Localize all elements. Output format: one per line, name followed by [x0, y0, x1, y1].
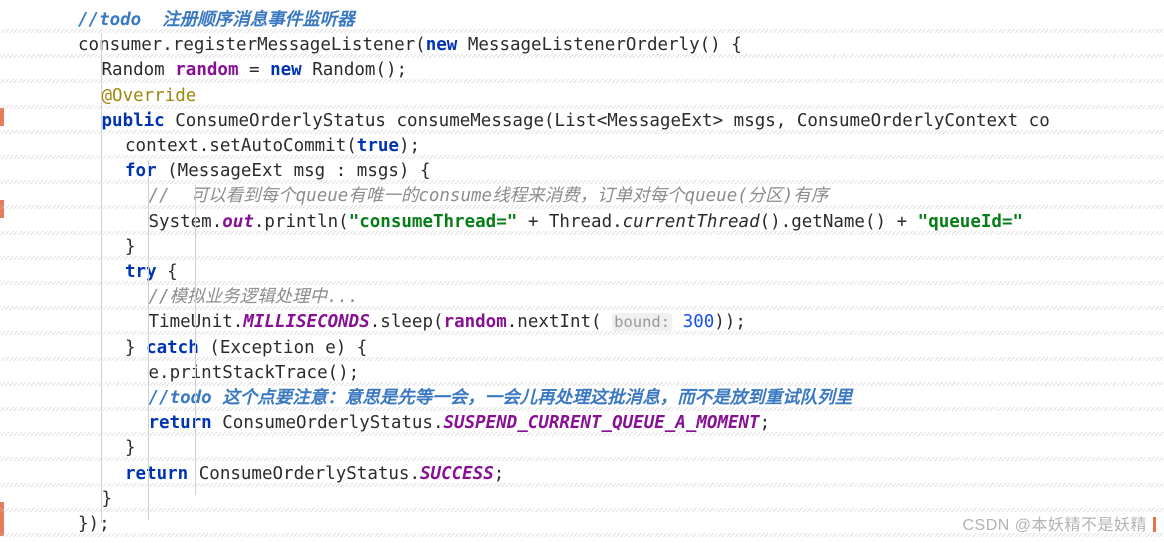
line-set-auto-commit-token-0: context.setAutoCommit( [125, 136, 357, 156]
line-return-success-token-1: ConsumeOrderlyStatus. [188, 463, 421, 484]
spellcheck-squiggle [0, 129, 1164, 134]
line-println-token-7: "queueId=" [917, 211, 1024, 232]
line-todo-comment-token-0: //todo [78, 10, 142, 30]
line-random-decl-token-0: Random [101, 60, 176, 81]
line-todo-note-token-1: 这个点要注意：意思是先等一会，一会儿再处理这批消息，而不是放到重试队列里 [211, 388, 853, 408]
line-return-suspend-token-2: SUSPEND_CURRENT_QUEUE_A_MOMENT [443, 413, 760, 434]
line-return-suspend-token-1: ConsumeOrderlyStatus. [211, 413, 444, 434]
line-todo-comment-token-1: 注册顺序消息事件监听器 [141, 10, 355, 30]
line-println-token-6: ().getName() + [759, 211, 918, 232]
line-sleep-token-3: random [443, 312, 507, 333]
spellcheck-squiggle [0, 482, 1164, 487]
line-set-auto-commit-token-2: ); [398, 136, 421, 156]
line-for-loop-token-1: (MessageExt msg : msgs) { [156, 161, 431, 182]
spellcheck-squiggle [0, 356, 1164, 361]
indent-guide-1 [148, 160, 149, 520]
line-close-method-token-0: } [101, 488, 113, 509]
spellcheck-squiggle [0, 457, 1164, 462]
line-println-token-5: currentThread [622, 211, 760, 232]
line-catch-token-2: (Exception e) { [198, 337, 368, 358]
line-println-token-4: + Thread. [517, 211, 623, 232]
line-override-token-0: @Override [101, 85, 197, 106]
line-close-call-token-0: }); [78, 514, 110, 534]
line-random-decl-token-4: Random(); [301, 60, 408, 81]
line-sleep-token-1: MILLISECONDS [243, 312, 370, 333]
spellcheck-squiggle [0, 331, 1164, 336]
line-random-decl-token-1: random [175, 60, 239, 81]
line-consume-message-signature-token-1: ConsumeOrderlyStatus consumeMessage(List… [164, 110, 1050, 131]
line-for-loop-token-0: for [125, 161, 157, 182]
line-try-token-1: { [156, 262, 178, 282]
spellcheck-squiggle [0, 255, 1164, 260]
line-business-comment-token-0: //模拟业务逻辑处理中... [148, 287, 359, 308]
spellcheck-squiggle [0, 230, 1164, 235]
line-println-token-1: out [222, 211, 254, 232]
line-println-token-3: "consumeThread=" [348, 211, 518, 232]
line-consume-message-signature-token-0: public [101, 110, 165, 131]
line-sleep-token-7: 300 [682, 312, 715, 333]
code-editor[interactable]: //todo 注册顺序消息事件监听器 consumer.registerMessa… [0, 0, 1164, 543]
line-println-token-2: .println( [253, 211, 349, 232]
line-catch-token-1: catch [146, 337, 199, 358]
line-todo-note-token-0: //todo [148, 388, 212, 408]
spellcheck-squiggle [0, 381, 1164, 386]
spellcheck-squiggle [0, 281, 1164, 285]
indent-guide-0 [101, 33, 102, 523]
spellcheck-squiggle [0, 79, 1164, 84]
line-catch-token-0: } [125, 337, 147, 358]
line-return-success-token-0: return [125, 463, 189, 484]
line-return-success-token-2: SUCCESS [420, 463, 494, 484]
line-sleep-token-4: .nextInt( [506, 312, 613, 333]
indent-guide-3 [195, 335, 196, 495]
line-println-token-0: System. [148, 211, 223, 232]
line-return-suspend-token-0: return [148, 413, 212, 434]
spellcheck-squiggle [0, 155, 1164, 159]
code-lines[interactable]: //todo 注册顺序消息事件监听器 consumer.registerMessa… [0, 0, 1164, 543]
line-sleep-token-2: .sleep( [369, 312, 444, 333]
spellcheck-squiggle [0, 432, 1164, 437]
spellcheck-squiggle [0, 104, 1164, 109]
csdn-watermark: CSDN @本妖精不是妖精 [962, 511, 1156, 535]
spellcheck-squiggle [0, 29, 1164, 33]
spellcheck-squiggle [0, 180, 1164, 185]
line-close-catch-token-0: } [125, 438, 136, 459]
line-queue-comment-token-0: // 可以看到每个queue有唯一的consume线程来消费，订单对每个queu… [148, 186, 829, 207]
line-return-suspend-token-3: ; [759, 413, 771, 434]
line-print-stack-trace-token-0: e.printStackTrace(); [148, 362, 360, 383]
spellcheck-squiggle [0, 54, 1164, 59]
line-close-for-token-0: } [125, 236, 136, 257]
indent-guide-2 [195, 185, 196, 345]
line-return-success-token-3: ; [493, 463, 505, 484]
watermark-bar-icon [1153, 517, 1156, 532]
line-random-decl-token-2: = [238, 60, 271, 81]
line-sleep-token-5: bound: [612, 313, 673, 332]
spellcheck-squiggle [0, 306, 1164, 311]
line-register-listener-token-2: MessageListenerOrderly() { [457, 35, 742, 56]
spellcheck-squiggle [0, 407, 1164, 411]
line-sleep-token-8: )); [714, 312, 746, 333]
line-set-auto-commit-token-1: true [356, 136, 399, 156]
line-sleep-token-6 [672, 312, 683, 332]
line-register-listener-token-0: consumer.registerMessageListener( [78, 35, 426, 56]
watermark-text: CSDN @本妖精不是妖精 [962, 517, 1147, 534]
spellcheck-squiggle [0, 205, 1164, 210]
line-register-listener-token-1: new [425, 35, 458, 56]
line-random-decl-token-3: new [270, 60, 302, 81]
line-try-token-0: try [125, 262, 157, 282]
